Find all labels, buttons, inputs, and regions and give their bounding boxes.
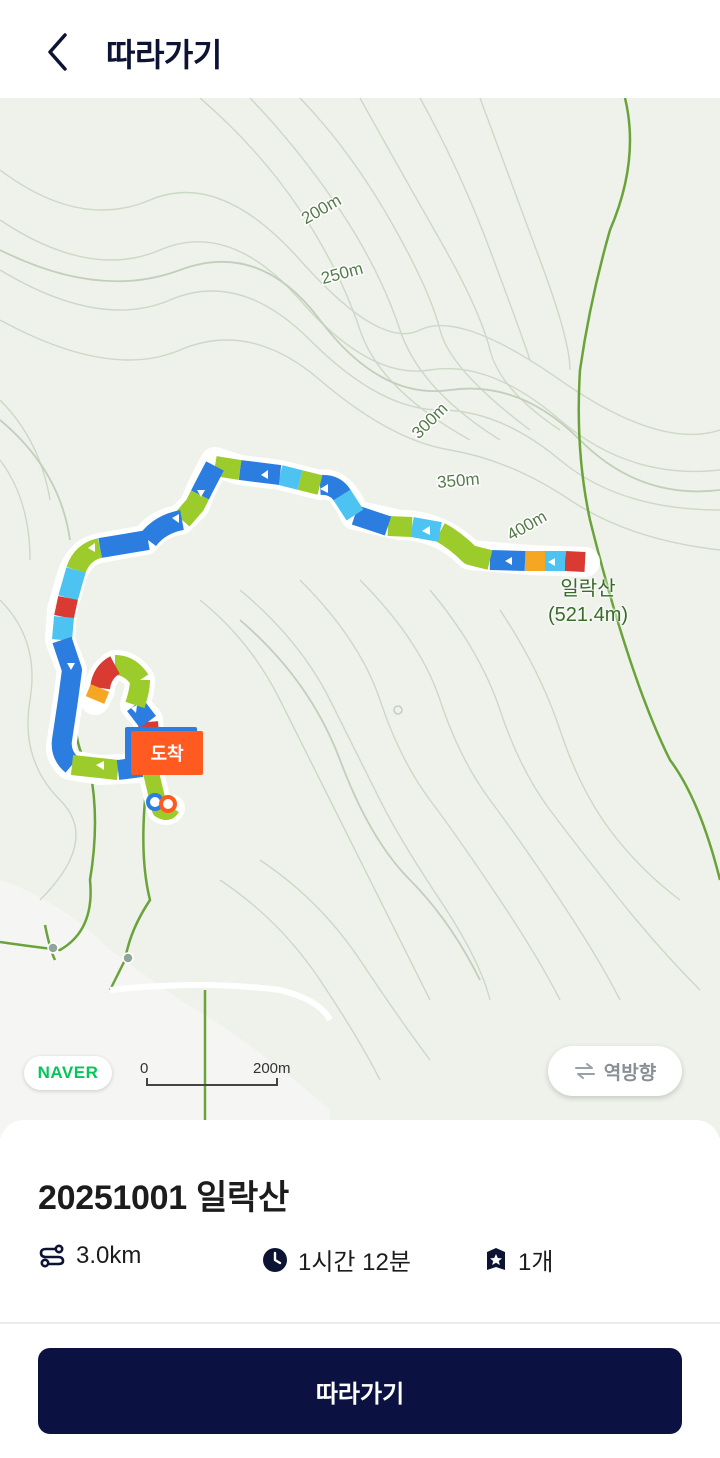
summit-elevation: (521.4m)	[547, 604, 629, 626]
distance-value: 3.0km	[76, 1242, 142, 1269]
trail-name: 20251001 일락산	[38, 1179, 289, 1217]
star-shield-icon	[487, 1247, 505, 1270]
badge-count-stat: 1개	[484, 1242, 553, 1277]
distance-stat: 3.0km	[38, 1242, 141, 1270]
badge-count-value: 1개	[518, 1249, 554, 1276]
summit-label: 일락산 (521.4m)	[540, 576, 636, 628]
duration-stat: 1시간 12분	[262, 1242, 411, 1277]
follow-button[interactable]: 따라가기	[38, 1348, 682, 1434]
map-view[interactable]: 200m 250m 300m 350m 400m 일락산 (521.4m) 도착…	[0, 98, 720, 1138]
scale-zero-label: 0	[140, 1060, 149, 1077]
app-header: 따라가기	[0, 0, 720, 98]
clock-icon	[263, 1247, 287, 1272]
back-button[interactable]	[36, 28, 80, 76]
scale-max-label: 200m	[253, 1060, 291, 1077]
contour-label-350: 350m	[436, 469, 480, 492]
summit-name: 일락산	[560, 578, 616, 600]
trail-stats: 3.0km 1시간 12분 1개	[38, 1242, 678, 1278]
page-title: 따라가기	[106, 37, 222, 73]
arrival-marker[interactable]: 도착	[131, 731, 203, 775]
route-distance-icon	[39, 1244, 65, 1268]
trail-info-sheet: 20251001 일락산 3.0km 1시간 12분 1개 따라가기	[0, 1120, 720, 1458]
scale-bar	[146, 1078, 278, 1086]
follow-button-label: 따라가기	[315, 1380, 405, 1408]
naver-logo[interactable]: NAVER	[24, 1056, 112, 1090]
chevron-left-icon	[48, 33, 67, 71]
reverse-direction-label: 역방향	[603, 1062, 657, 1084]
map-scale: 0 200m	[138, 1060, 298, 1090]
swap-arrows-icon	[574, 1063, 595, 1079]
divider	[0, 1322, 720, 1324]
duration-value: 1시간 12분	[298, 1249, 411, 1276]
reverse-direction-button[interactable]: 역방향	[548, 1046, 682, 1096]
